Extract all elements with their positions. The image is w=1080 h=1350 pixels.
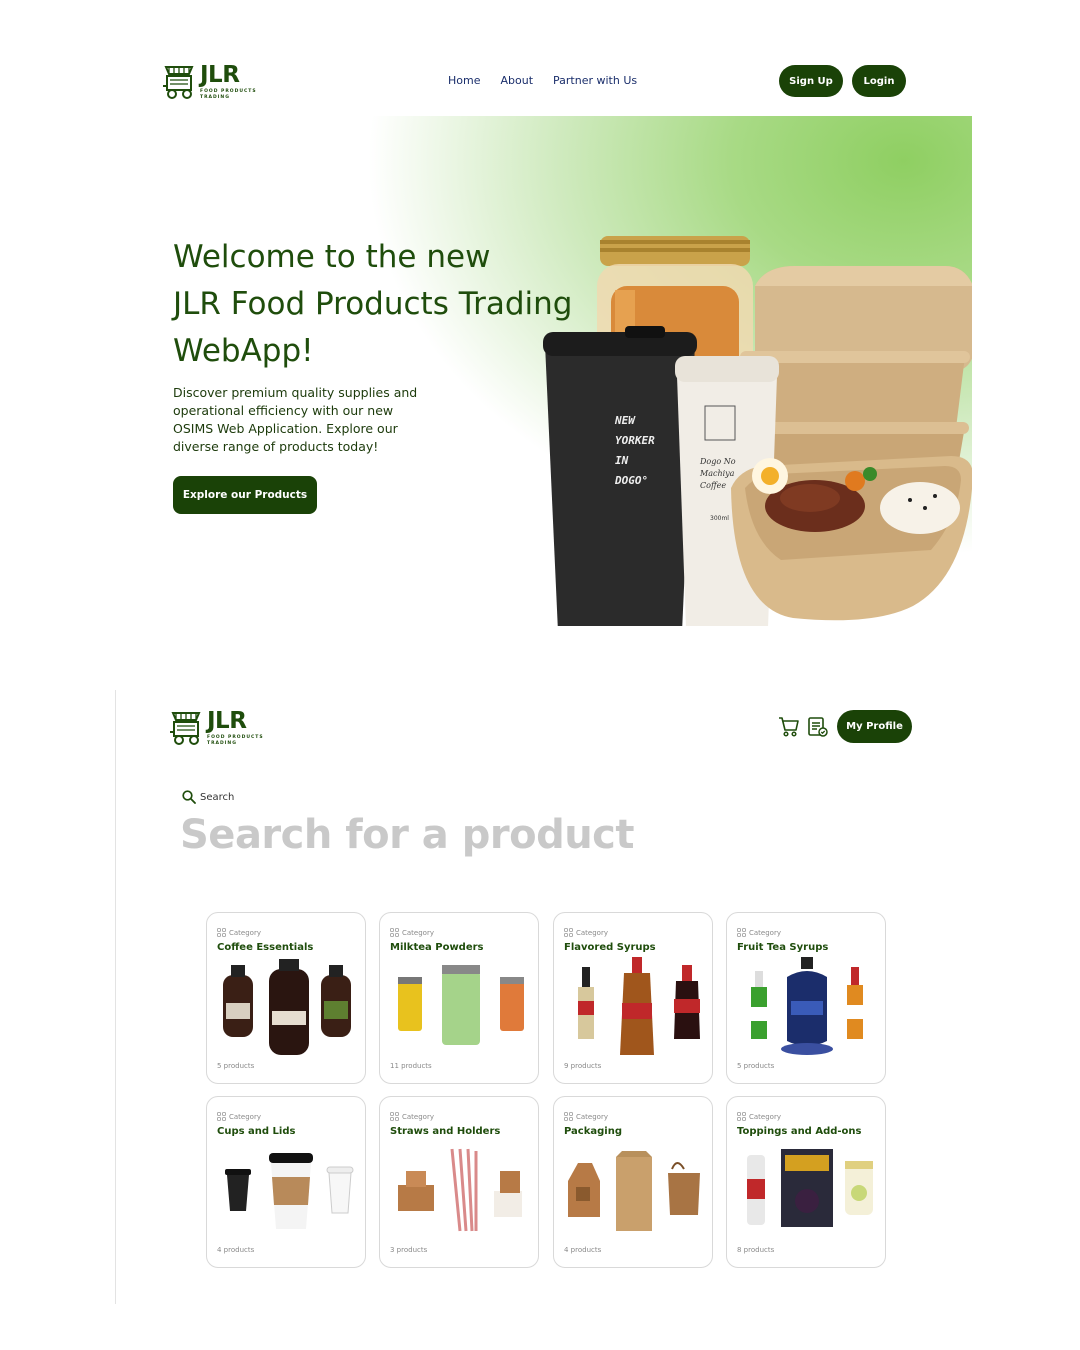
category-name: Coffee Essentials xyxy=(217,942,314,953)
category-card-straws-and-holders[interactable]: Category Straws and Holders 3 products xyxy=(379,1096,539,1268)
search-label: Search xyxy=(200,791,235,803)
tea-tins-image xyxy=(398,965,524,1045)
category-card-coffee-essentials[interactable]: Category Coffee Essentials 5 products xyxy=(206,912,366,1084)
cup2-text-3: Coffee xyxy=(700,481,726,490)
category-tag: Category xyxy=(390,1112,434,1121)
food-cart-icon xyxy=(163,66,194,99)
grid-icon xyxy=(564,928,573,937)
category-tag: Category xyxy=(217,928,261,937)
category-name: Cups and Lids xyxy=(217,1126,296,1137)
black-cup-image: NEW YORKER IN DOGO° xyxy=(543,326,697,626)
search-bar[interactable]: Search xyxy=(182,790,234,804)
category-count: 9 products xyxy=(564,1062,602,1070)
nav-about-link[interactable]: About xyxy=(500,74,533,87)
category-tag: Category xyxy=(564,928,608,937)
order-list-icon[interactable] xyxy=(807,716,829,738)
category-card-toppings-and-add-ons[interactable]: Category Toppings and Add-ons 8 products xyxy=(726,1096,886,1268)
nav-home-link[interactable]: Home xyxy=(448,74,480,87)
cup-text-3: IN xyxy=(615,454,629,467)
hero-title-line-3: WebApp! xyxy=(173,333,314,369)
category-count: 5 products xyxy=(737,1062,775,1070)
category-name: Packaging xyxy=(564,1126,622,1137)
sign-up-button[interactable]: Sign Up xyxy=(779,65,843,97)
hero-description: Discover premium quality supplies and op… xyxy=(173,385,418,454)
grid-icon xyxy=(390,928,399,937)
category-name: Flavored Syrups xyxy=(564,942,656,953)
grid-icon xyxy=(390,1112,399,1121)
hero-product-image: NEW YORKER IN DOGO° Dogo No Machiya Coff… xyxy=(543,236,972,626)
cup2-text-1: Dogo No xyxy=(699,457,736,466)
my-profile-button[interactable]: My Profile xyxy=(837,710,912,743)
nav-partner-link[interactable]: Partner with Us xyxy=(553,74,637,87)
category-card-cups-and-lids[interactable]: Category Cups and Lids 4 products xyxy=(206,1096,366,1268)
grid-icon xyxy=(217,1112,226,1121)
grid-icon xyxy=(737,1112,746,1121)
category-label: Category xyxy=(229,928,261,937)
category-count: 11 products xyxy=(390,1062,432,1070)
logo-wordmark: JLR xyxy=(207,708,247,735)
explore-products-button[interactable]: Explore our Products xyxy=(173,476,317,514)
category-card-flavored-syrups[interactable]: Category Flavored Syrups 9 products xyxy=(553,912,713,1084)
cart-icon[interactable] xyxy=(778,716,800,738)
food-tray-image xyxy=(731,456,972,621)
category-label: Category xyxy=(229,1112,261,1121)
category-tag: Category xyxy=(737,1112,781,1121)
category-tag: Category xyxy=(564,1112,608,1121)
toppings-image xyxy=(747,1149,873,1227)
cup-text-1: NEW xyxy=(614,414,636,427)
category-card-milktea-powders[interactable]: Category Milktea Powders 11 products xyxy=(379,912,539,1084)
category-tag: Category xyxy=(217,1112,261,1121)
cup2-text-2: Machiya xyxy=(699,469,735,478)
food-cart-icon xyxy=(170,712,201,745)
category-name: Milktea Powders xyxy=(390,942,484,953)
category-count: 5 products xyxy=(217,1062,255,1070)
category-label: Category xyxy=(576,1112,608,1121)
search-icon xyxy=(182,790,196,804)
category-label: Category xyxy=(749,1112,781,1121)
category-name: Straws and Holders xyxy=(390,1126,501,1137)
category-tag: Category xyxy=(737,928,781,937)
cup-text-2: YORKER xyxy=(615,434,655,447)
landing-logo[interactable]: JLR FOOD PRODUCTS TRADING xyxy=(162,64,257,100)
category-count: 4 products xyxy=(564,1246,602,1254)
landing-nav: Home About Partner with Us xyxy=(448,74,637,87)
logo-wordmark: JLR xyxy=(200,62,240,89)
category-name: Toppings and Add-ons xyxy=(737,1126,862,1137)
category-tag: Category xyxy=(390,928,434,937)
grid-icon xyxy=(737,928,746,937)
cup2-text-4: 300ml xyxy=(710,515,729,522)
syrup-bottles-image xyxy=(578,957,700,1055)
hero-section: Welcome to the new JLR Food Products Tra… xyxy=(115,116,972,678)
category-label: Category xyxy=(576,928,608,937)
cup-text-4: DOGO° xyxy=(614,474,648,487)
category-count: 4 products xyxy=(217,1246,255,1254)
paper-packaging-image xyxy=(568,1151,700,1231)
straws-holders-image xyxy=(398,1148,522,1232)
category-count: 3 products xyxy=(390,1246,428,1254)
coffee-bottles-image xyxy=(223,959,351,1055)
grid-icon xyxy=(217,928,226,937)
category-label: Category xyxy=(402,1112,434,1121)
section-divider xyxy=(115,690,116,1304)
search-heading-input[interactable]: Search for a product xyxy=(180,812,635,858)
category-count: 8 products xyxy=(737,1246,775,1254)
logo-tagline-2: TRADING xyxy=(207,740,237,746)
category-name: Fruit Tea Syrups xyxy=(737,942,829,953)
category-card-packaging[interactable]: Category Packaging 4 products xyxy=(553,1096,713,1268)
grid-icon xyxy=(564,1112,573,1121)
catalog-logo[interactable]: JLR FOOD PRODUCTS TRADING xyxy=(169,710,264,746)
cups-image xyxy=(225,1153,354,1229)
category-card-fruit-tea-syrups[interactable]: Category Fruit Tea Syrups 5 products xyxy=(726,912,886,1084)
login-button[interactable]: Login xyxy=(852,65,906,97)
category-label: Category xyxy=(402,928,434,937)
logo-tagline-2: TRADING xyxy=(200,94,230,100)
fruit-syrup-bottles-image xyxy=(751,957,863,1055)
category-label: Category xyxy=(749,928,781,937)
